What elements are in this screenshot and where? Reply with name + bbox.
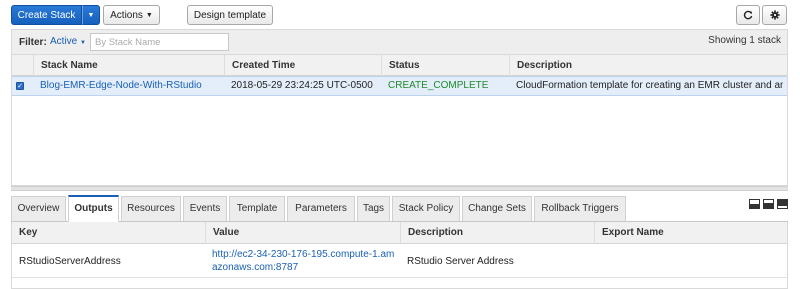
tab-resources[interactable]: Resources [121, 196, 181, 221]
tab-overview[interactable]: Overview [11, 196, 66, 221]
table-row[interactable]: ✓ Blog-EMR-Edge-Node-With-RStudio 2018-0… [12, 76, 787, 96]
status-filter-value: Active [50, 36, 78, 47]
tab-events[interactable]: Events [183, 196, 227, 221]
create-stack-label: Create Stack [17, 9, 76, 21]
output-description: RStudio Server Address [407, 255, 514, 267]
stacks-table-header: Stack Name Created Time Status Descripti… [12, 55, 787, 76]
filter-label: Filter: [19, 37, 47, 48]
detail-tabs: Overview Outputs Resources Events Templa… [11, 195, 789, 222]
tab-parameters[interactable]: Parameters [287, 196, 355, 221]
tab-change-sets[interactable]: Change Sets [462, 196, 532, 221]
toolbar: Create Stack ▼ Actions ▼ Design template [0, 0, 800, 29]
column-header-description[interactable]: Description [400, 222, 594, 244]
chevron-down-icon: ▼ [87, 11, 95, 19]
column-header-created-time[interactable]: Created Time [224, 55, 381, 76]
stack-description: CloudFormation template for creating an … [516, 80, 783, 91]
layout-split-icon[interactable] [763, 199, 774, 209]
layout-top-icon[interactable] [777, 199, 788, 209]
stack-name-search-input[interactable] [90, 33, 229, 51]
table-row: RStudioServerAddress http://ec2-34-230-1… [12, 244, 787, 278]
output-value-cell: http://ec2-34-230-176-195.compute-1.amaz… [205, 244, 400, 278]
tab-outputs[interactable]: Outputs [68, 195, 119, 222]
design-template-label: Design template [193, 9, 267, 21]
tab-tags[interactable]: Tags [357, 196, 390, 221]
outputs-table: Key Value Description Export Name RStudi… [11, 222, 788, 289]
filter-bar: Filter: Active ▼ Showing 1 stack [11, 29, 788, 54]
outputs-table-header: Key Value Description Export Name [12, 222, 787, 244]
column-header-description[interactable]: Description [509, 55, 787, 76]
column-header-stack-name[interactable]: Stack Name [33, 55, 224, 76]
stack-status: CREATE_COMPLETE [388, 80, 489, 91]
refresh-icon [743, 10, 753, 20]
settings-button[interactable] [762, 5, 787, 25]
output-export-name [594, 244, 787, 278]
output-value-link[interactable]: http://ec2-34-230-176-195.compute-1.amaz… [212, 248, 397, 274]
chevron-down-icon: ▼ [80, 40, 86, 46]
stack-count-text: Showing 1 stack [708, 35, 781, 46]
column-header-status[interactable]: Status [381, 55, 509, 76]
actions-button[interactable]: Actions ▼ [103, 5, 160, 25]
create-stack-button[interactable]: Create Stack [11, 5, 82, 25]
status-filter-dropdown[interactable]: Active ▼ [50, 36, 86, 47]
column-header-value[interactable]: Value [205, 222, 400, 244]
tab-template[interactable]: Template [229, 196, 285, 221]
design-template-button[interactable]: Design template [187, 5, 273, 25]
column-header-export-name[interactable]: Export Name [594, 222, 787, 244]
stack-created-time: 2018-05-29 23:24:25 UTC-0500 [231, 80, 373, 91]
checkbox-checked-icon[interactable]: ✓ [16, 82, 24, 90]
stacks-table: Stack Name Created Time Status Descripti… [11, 54, 788, 186]
tab-stack-policy[interactable]: Stack Policy [392, 196, 460, 221]
output-key: RStudioServerAddress [19, 255, 121, 267]
pane-layout-controls [749, 199, 789, 213]
create-stack-dropdown-button[interactable]: ▼ [82, 5, 100, 25]
chevron-down-icon: ▼ [145, 11, 153, 19]
stack-name-link[interactable]: Blog-EMR-Edge-Node-With-RStudio [33, 77, 224, 95]
column-header-key[interactable]: Key [12, 222, 205, 244]
gear-icon [769, 10, 780, 20]
tab-rollback-triggers[interactable]: Rollback Triggers [534, 196, 626, 221]
layout-bottom-icon[interactable] [749, 199, 760, 209]
refresh-button[interactable] [736, 5, 760, 25]
actions-label: Actions [110, 9, 143, 21]
pane-resize-handle[interactable] [11, 186, 788, 191]
